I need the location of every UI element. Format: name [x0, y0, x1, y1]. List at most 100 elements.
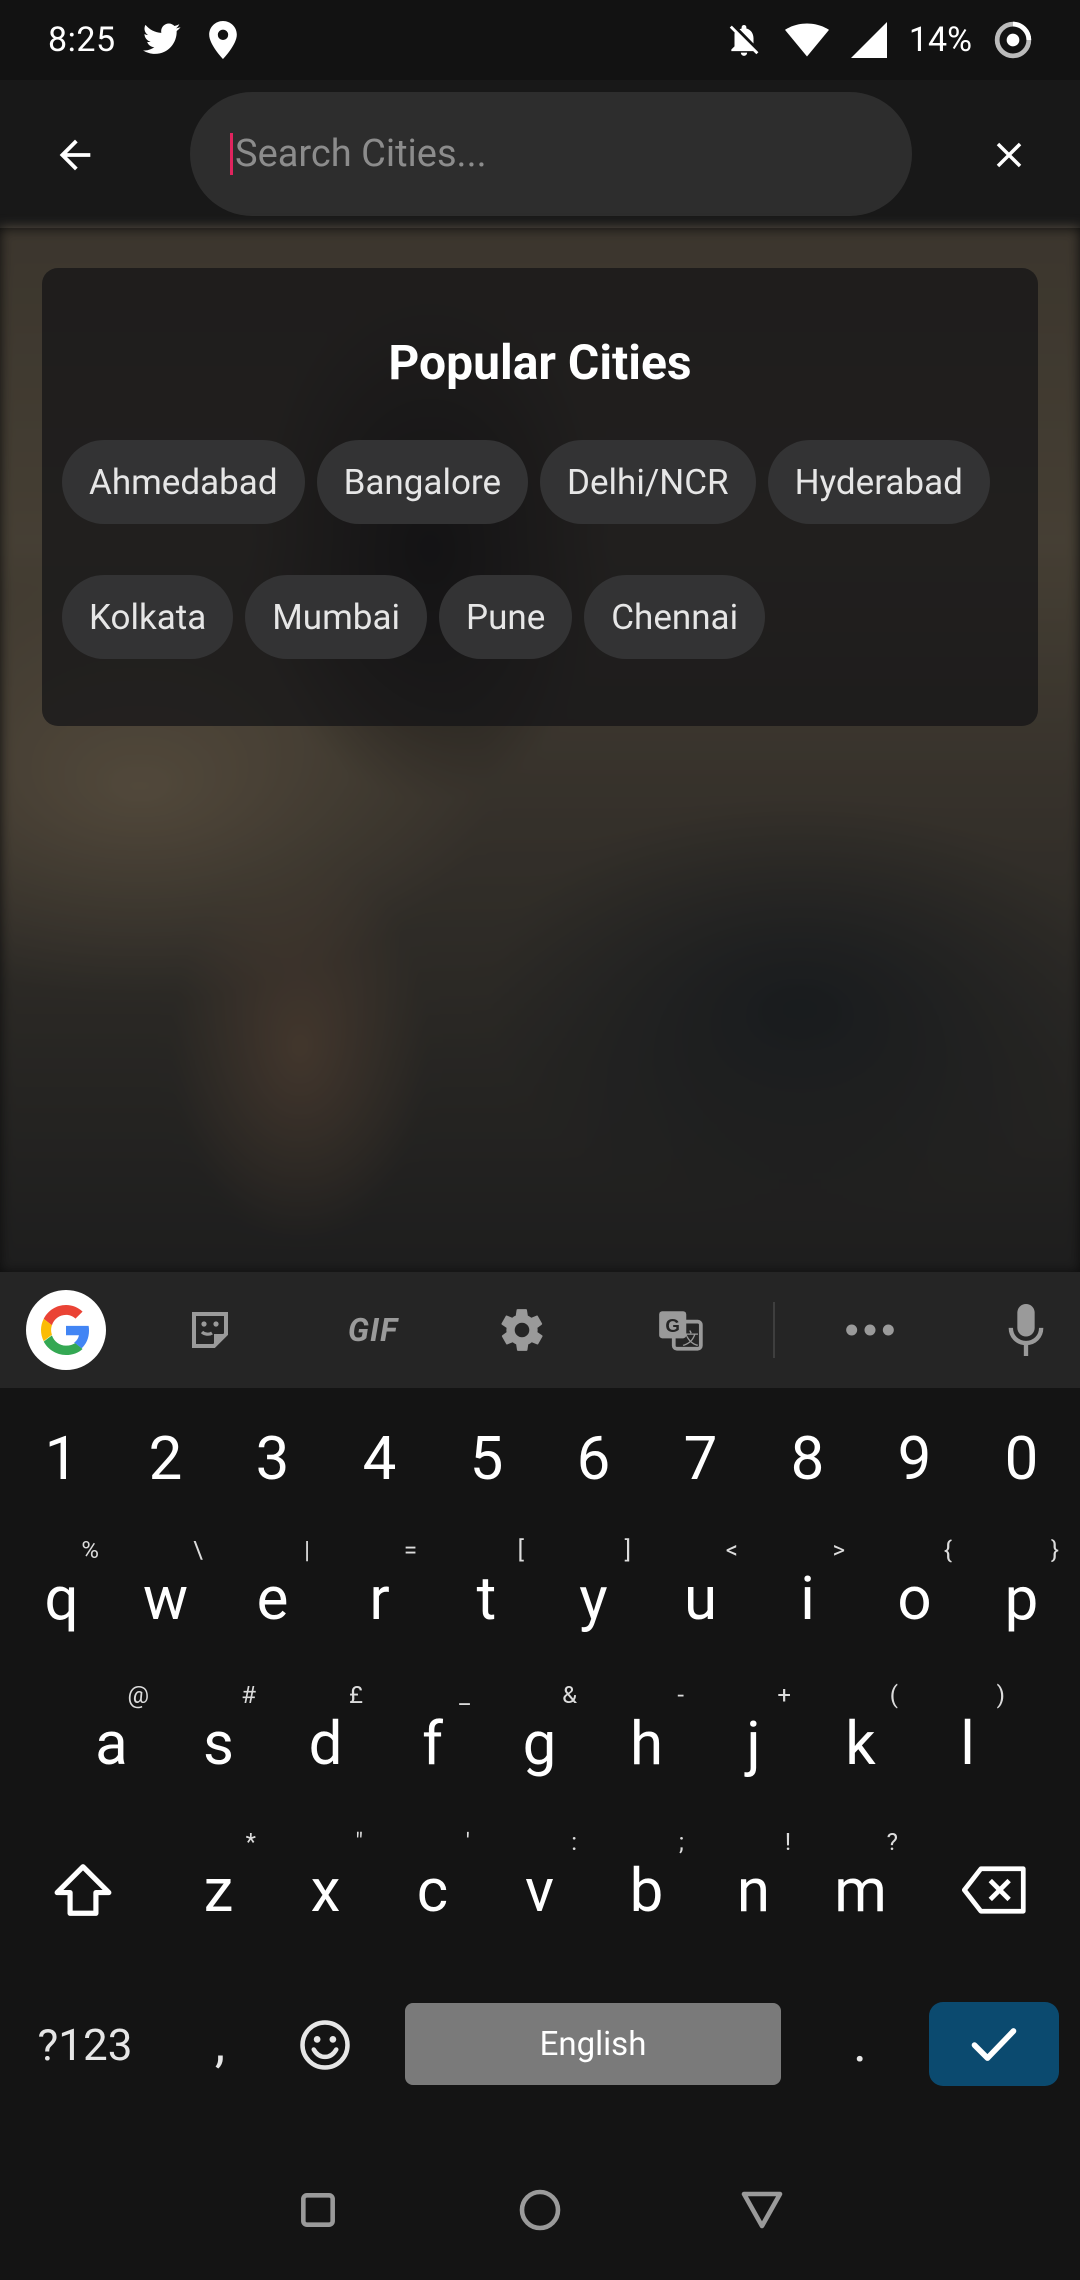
key-t[interactable]: t[: [433, 1528, 540, 1668]
city-chip-kolkata[interactable]: Kolkata: [62, 575, 234, 659]
notifications-off-icon: [725, 21, 763, 59]
gif-icon: GIF: [347, 1311, 399, 1349]
key-o[interactable]: o{: [861, 1528, 968, 1668]
wifi-icon: [784, 23, 829, 57]
space-key[interactable]: English: [405, 2003, 781, 2085]
key-u[interactable]: u <: [647, 1528, 754, 1668]
key-h[interactable]: h-: [593, 1673, 700, 1813]
home-circle-icon: [516, 2186, 564, 2234]
period-key[interactable]: .: [820, 1988, 900, 2098]
clear-button[interactable]: [974, 120, 1044, 190]
settings-button[interactable]: [482, 1290, 562, 1370]
popular-cities-title: Popular Cities: [388, 334, 692, 391]
location-pin-icon: [208, 21, 238, 59]
mic-button[interactable]: [986, 1290, 1066, 1370]
keyboard-toolbar: GIF G文: [0, 1272, 1080, 1388]
key-w[interactable]: w \: [112, 1528, 219, 1668]
shift-key[interactable]: [28, 1820, 138, 1960]
key-q[interactable]: q%: [8, 1528, 115, 1668]
comma-key[interactable]: ,: [180, 1988, 260, 2098]
key-4[interactable]: 4: [326, 1388, 433, 1528]
asdf-row: a @ s # d £ f _ g & h- j + k( l): [0, 1673, 1080, 1813]
key-2[interactable]: 2: [112, 1388, 219, 1528]
search-box[interactable]: [190, 92, 912, 216]
city-chip-hyderabad[interactable]: Hyderabad: [767, 440, 990, 524]
key-x[interactable]: x ": [272, 1820, 379, 1960]
city-chip-row: Kolkata Mumbai Pune Chennai: [62, 575, 766, 659]
popular-cities-card: Popular Cities Ahmedabad Bangalore Delhi…: [42, 268, 1038, 726]
enter-key[interactable]: [929, 2002, 1059, 2086]
key-a[interactable]: a @: [58, 1673, 165, 1813]
backspace-key[interactable]: [940, 1820, 1050, 1960]
key-k[interactable]: k(: [807, 1673, 914, 1813]
recents-button[interactable]: [278, 2170, 358, 2250]
keyboard: 1 2 3 4 5 6 7 8 9 0 q% w \ e | r = t[ y] u <…: [0, 1388, 1080, 2130]
key-9[interactable]: 9: [861, 1388, 968, 1528]
svg-text:G: G: [665, 1315, 680, 1336]
key-c[interactable]: c ': [379, 1820, 486, 1960]
key-6[interactable]: 6: [540, 1388, 647, 1528]
battery-saver-icon: [994, 21, 1032, 59]
translate-icon: G文: [655, 1305, 705, 1355]
mic-icon: [1006, 1304, 1046, 1356]
status-time: 8:25: [48, 20, 116, 60]
key-i[interactable]: i >: [754, 1528, 861, 1668]
back-triangle-icon: [738, 2188, 786, 2232]
city-chip-bangalore[interactable]: Bangalore: [316, 440, 529, 524]
navigation-bar: [0, 2130, 1080, 2280]
more-button[interactable]: [830, 1290, 910, 1370]
check-icon: [968, 2018, 1020, 2070]
key-p[interactable]: p}: [968, 1528, 1075, 1668]
city-chip-mumbai[interactable]: Mumbai: [245, 575, 427, 659]
city-chip-pune[interactable]: Pune: [439, 575, 573, 659]
key-z[interactable]: z *: [165, 1820, 272, 1960]
search-input[interactable]: [235, 132, 835, 176]
recents-square-icon: [296, 2188, 340, 2232]
status-bar: 8:25 14%: [0, 0, 1080, 80]
zxcv-row: z * x " c ' v: b; n! m?: [0, 1820, 1080, 1960]
key-7[interactable]: 7: [647, 1388, 754, 1528]
symbols-key[interactable]: ?123: [20, 2000, 150, 2090]
google-button[interactable]: [26, 1290, 106, 1370]
app-bar: [0, 80, 1080, 228]
text-caret: [230, 133, 233, 175]
key-n[interactable]: n!: [700, 1820, 807, 1960]
key-l[interactable]: l): [914, 1673, 1021, 1813]
key-e[interactable]: e |: [219, 1528, 326, 1668]
key-r[interactable]: r =: [326, 1528, 433, 1668]
svg-text:文: 文: [682, 1330, 699, 1349]
key-j[interactable]: j +: [700, 1673, 807, 1813]
key-8[interactable]: 8: [754, 1388, 861, 1528]
key-m[interactable]: m?: [807, 1820, 914, 1960]
key-y[interactable]: y]: [540, 1528, 647, 1668]
key-3[interactable]: 3: [219, 1388, 326, 1528]
translate-button[interactable]: G文: [640, 1290, 720, 1370]
key-v[interactable]: v:: [486, 1820, 593, 1960]
city-chip-chennai[interactable]: Chennai: [584, 575, 766, 659]
signal-icon: [850, 22, 887, 58]
city-chip-row: Ahmedabad Bangalore Delhi/NCR Hyderabad: [62, 440, 990, 524]
key-0[interactable]: 0: [968, 1388, 1075, 1528]
key-d[interactable]: d £: [272, 1673, 379, 1813]
nav-back-button[interactable]: [722, 2170, 802, 2250]
key-g[interactable]: g &: [486, 1673, 593, 1813]
emoji-key[interactable]: [280, 2000, 370, 2090]
qwerty-row: q% w \ e | r = t[ y] u < i > o{ p}: [0, 1528, 1080, 1668]
city-chip-delhi-ncr[interactable]: Delhi/NCR: [540, 440, 756, 524]
sticker-button[interactable]: [170, 1290, 250, 1370]
city-chip-ahmedabad[interactable]: Ahmedabad: [62, 440, 305, 524]
key-s[interactable]: s #: [165, 1673, 272, 1813]
home-button[interactable]: [500, 2170, 580, 2250]
key-b[interactable]: b;: [593, 1820, 700, 1960]
toolbar-divider: [773, 1302, 775, 1358]
twitter-icon: [142, 23, 182, 57]
battery-percent: 14%: [908, 20, 972, 60]
close-icon: [988, 134, 1030, 176]
gif-button[interactable]: GIF: [323, 1290, 423, 1370]
number-row: 1 2 3 4 5 6 7 8 9 0: [0, 1388, 1080, 1528]
key-f[interactable]: f _: [379, 1673, 486, 1813]
sticker-icon: [186, 1306, 234, 1354]
back-button[interactable]: [40, 120, 110, 190]
key-1[interactable]: 1: [8, 1388, 115, 1528]
key-5[interactable]: 5: [433, 1388, 540, 1528]
